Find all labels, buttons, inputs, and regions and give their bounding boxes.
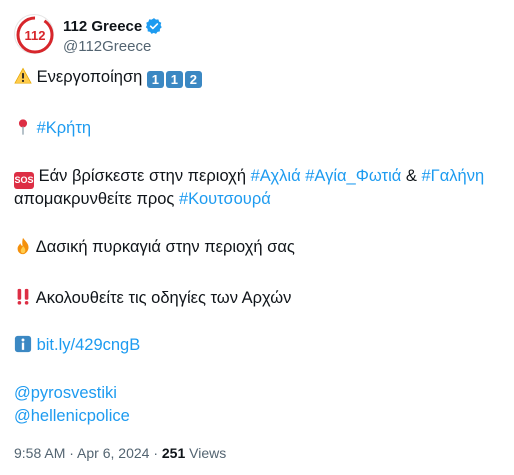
line-evacuate: απομακρυνθείτε προς #Κουτσουρά bbox=[14, 188, 271, 210]
meta-separator: · bbox=[149, 445, 162, 461]
line-activation: Ενεργοποίηση 112 bbox=[14, 66, 204, 88]
double-exclamation-icon bbox=[17, 288, 29, 305]
avatar[interactable]: 112 bbox=[14, 14, 54, 54]
hashtag-galini[interactable]: #Γαλήνη bbox=[421, 167, 484, 185]
hashtag-koutsoura[interactable]: #Κουτσουρά bbox=[179, 190, 271, 208]
fire-icon bbox=[17, 237, 29, 255]
mention-pyrosvestiki[interactable]: @pyrosvestiki bbox=[14, 384, 117, 402]
handle[interactable]: @112Greece bbox=[63, 38, 163, 55]
line-fire: Δασική πυρκαγιά στην περιοχή σας bbox=[14, 236, 295, 258]
sos-text: Εάν βρίσκεστε στην περιοχή bbox=[38, 167, 247, 185]
line-location: #Κρήτη bbox=[14, 117, 91, 139]
hashtag-achlia[interactable]: #Αχλιά bbox=[251, 167, 301, 185]
line-instructions: Ακολουθείτε τις οδηγίες των Αρχών bbox=[14, 287, 291, 309]
instructions-text: Ακολουθείτε τις οδηγίες των Αρχών bbox=[35, 289, 292, 307]
tweet-meta: 9:58 AM · Apr 6, 2024 · 251 Views bbox=[14, 445, 226, 461]
keycap-icon: 1 bbox=[165, 71, 183, 88]
keycap-icon: 1 bbox=[146, 71, 164, 88]
evacuate-text: απομακρυνθείτε προς bbox=[14, 190, 175, 208]
display-name[interactable]: 112 Greece bbox=[63, 18, 142, 35]
tweet-header: 112 112 Greece @112Greece bbox=[14, 14, 494, 58]
meta-separator: · bbox=[65, 445, 78, 461]
line-link: bit.ly/429cngB bbox=[14, 334, 140, 356]
info-icon bbox=[14, 335, 32, 353]
fire-text: Δασική πυρκαγιά στην περιοχή σας bbox=[35, 238, 295, 256]
line-sos: SOS Εάν βρίσκεστε στην περιοχή #Αχλιά #Α… bbox=[14, 165, 484, 189]
avatar-logo-icon: 112 bbox=[16, 16, 54, 54]
hashtag-crete[interactable]: #Κρήτη bbox=[37, 119, 91, 137]
line-mention1: @pyrosvestiki bbox=[14, 382, 117, 404]
pin-icon bbox=[18, 119, 28, 135]
sos-icon: SOS bbox=[14, 172, 34, 189]
ampersand: & bbox=[405, 167, 417, 185]
line-mention2: @hellenicpolice bbox=[14, 405, 130, 427]
hashtag-agia-fotia[interactable]: #Αγία_Φωτιά bbox=[305, 167, 401, 185]
verified-badge-icon bbox=[146, 18, 162, 34]
activation-text: Ενεργοποίηση bbox=[36, 68, 143, 86]
tweet-date[interactable]: Apr 6, 2024 bbox=[77, 445, 149, 461]
keycap-icon: 2 bbox=[184, 71, 202, 88]
warning-icon bbox=[14, 67, 32, 84]
views-label: Views bbox=[189, 445, 227, 461]
avatar-text: 112 bbox=[25, 28, 46, 43]
tweet-time[interactable]: 9:58 AM bbox=[14, 445, 65, 461]
short-link[interactable]: bit.ly/429cngB bbox=[37, 336, 141, 354]
mention-hellenicpolice[interactable]: @hellenicpolice bbox=[14, 407, 130, 425]
views-count: 251 bbox=[161, 445, 186, 461]
